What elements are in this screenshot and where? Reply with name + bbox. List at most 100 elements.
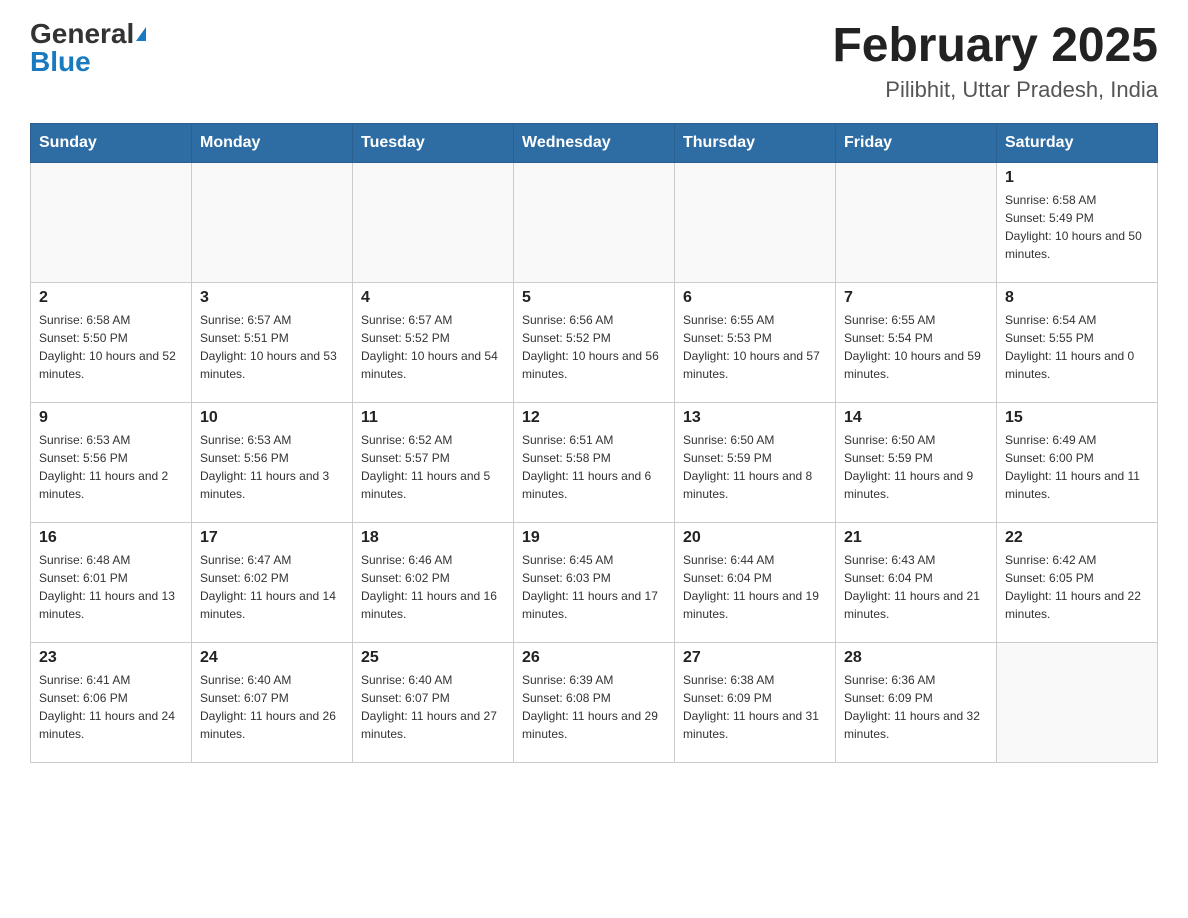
calendar-cell: 25 Sunrise: 6:40 AM Sunset: 6:07 PM Dayli… bbox=[353, 642, 514, 762]
day-info: Sunrise: 6:36 AM Sunset: 6:09 PM Dayligh… bbox=[844, 671, 988, 743]
day-info: Sunrise: 6:40 AM Sunset: 6:07 PM Dayligh… bbox=[361, 671, 505, 743]
calendar-cell: 9 Sunrise: 6:53 AM Sunset: 5:56 PM Daylig… bbox=[31, 402, 192, 522]
day-number: 26 bbox=[522, 649, 666, 667]
calendar-cell: 28Sunrise: 6:36 AM Sunset: 6:09 PM Dayli… bbox=[836, 642, 997, 762]
day-number: 24 bbox=[200, 649, 344, 667]
day-info: Sunrise: 6:43 AM Sunset: 6:04 PM Dayligh… bbox=[844, 551, 988, 623]
calendar-cell bbox=[836, 162, 997, 282]
day-info: Sunrise: 6:54 AM Sunset: 5:55 PM Dayligh… bbox=[1005, 311, 1149, 383]
day-number: 23 bbox=[39, 649, 183, 667]
day-number: 15 bbox=[1005, 409, 1149, 427]
calendar-cell: 6 Sunrise: 6:55 AM Sunset: 5:53 PM Daylig… bbox=[675, 282, 836, 402]
day-number: 18 bbox=[361, 529, 505, 547]
title-block: February 2025 Pilibhit, Uttar Pradesh, I… bbox=[832, 20, 1158, 103]
day-info: Sunrise: 6:53 AM Sunset: 5:56 PM Dayligh… bbox=[200, 431, 344, 503]
logo-blue-text: Blue bbox=[30, 48, 91, 76]
calendar-cell: 10 Sunrise: 6:53 AM Sunset: 5:56 PM Dayli… bbox=[192, 402, 353, 522]
day-info: Sunrise: 6:52 AM Sunset: 5:57 PM Dayligh… bbox=[361, 431, 505, 503]
day-info: Sunrise: 6:49 AM Sunset: 6:00 PM Dayligh… bbox=[1005, 431, 1149, 503]
day-info: Sunrise: 6:47 AM Sunset: 6:02 PM Dayligh… bbox=[200, 551, 344, 623]
day-info: Sunrise: 6:42 AM Sunset: 6:05 PM Dayligh… bbox=[1005, 551, 1149, 623]
calendar-header: SundayMondayTuesdayWednesdayThursdayFrid… bbox=[31, 123, 1158, 162]
day-number: 13 bbox=[683, 409, 827, 427]
day-number: 7 bbox=[844, 289, 988, 307]
calendar-cell: 23Sunrise: 6:41 AM Sunset: 6:06 PM Dayli… bbox=[31, 642, 192, 762]
day-number: 9 bbox=[39, 409, 183, 427]
calendar-table: SundayMondayTuesdayWednesdayThursdayFrid… bbox=[30, 123, 1158, 763]
calendar-cell: 17 Sunrise: 6:47 AM Sunset: 6:02 PM Dayli… bbox=[192, 522, 353, 642]
calendar-cell: 14 Sunrise: 6:50 AM Sunset: 5:59 PM Dayli… bbox=[836, 402, 997, 522]
calendar-subtitle: Pilibhit, Uttar Pradesh, India bbox=[832, 77, 1158, 103]
day-number: 21 bbox=[844, 529, 988, 547]
calendar-cell: 13 Sunrise: 6:50 AM Sunset: 5:59 PM Dayli… bbox=[675, 402, 836, 522]
calendar-title: February 2025 bbox=[832, 20, 1158, 73]
day-number: 6 bbox=[683, 289, 827, 307]
day-number: 25 bbox=[361, 649, 505, 667]
day-number: 10 bbox=[200, 409, 344, 427]
day-info: Sunrise: 6:55 AM Sunset: 5:53 PM Dayligh… bbox=[683, 311, 827, 383]
calendar-week-2: 2Sunrise: 6:58 AM Sunset: 5:50 PM Daylig… bbox=[31, 282, 1158, 402]
weekday-header-saturday: Saturday bbox=[997, 123, 1158, 162]
day-number: 22 bbox=[1005, 529, 1149, 547]
day-number: 17 bbox=[200, 529, 344, 547]
day-info: Sunrise: 6:51 AM Sunset: 5:58 PM Dayligh… bbox=[522, 431, 666, 503]
calendar-cell: 8 Sunrise: 6:54 AM Sunset: 5:55 PM Daylig… bbox=[997, 282, 1158, 402]
calendar-cell: 3Sunrise: 6:57 AM Sunset: 5:51 PM Daylig… bbox=[192, 282, 353, 402]
calendar-cell: 18 Sunrise: 6:46 AM Sunset: 6:02 PM Dayli… bbox=[353, 522, 514, 642]
weekday-header-sunday: Sunday bbox=[31, 123, 192, 162]
logo-triangle-icon bbox=[136, 27, 146, 41]
day-info: Sunrise: 6:55 AM Sunset: 5:54 PM Dayligh… bbox=[844, 311, 988, 383]
day-info: Sunrise: 6:50 AM Sunset: 5:59 PM Dayligh… bbox=[844, 431, 988, 503]
day-number: 14 bbox=[844, 409, 988, 427]
day-info: Sunrise: 6:58 AM Sunset: 5:50 PM Dayligh… bbox=[39, 311, 183, 383]
calendar-cell: 11Sunrise: 6:52 AM Sunset: 5:57 PM Dayli… bbox=[353, 402, 514, 522]
weekday-header-monday: Monday bbox=[192, 123, 353, 162]
day-info: Sunrise: 6:45 AM Sunset: 6:03 PM Dayligh… bbox=[522, 551, 666, 623]
day-info: Sunrise: 6:40 AM Sunset: 6:07 PM Dayligh… bbox=[200, 671, 344, 743]
calendar-cell: 1 Sunrise: 6:58 AM Sunset: 5:49 PM Daylig… bbox=[997, 162, 1158, 282]
calendar-cell: 16Sunrise: 6:48 AM Sunset: 6:01 PM Dayli… bbox=[31, 522, 192, 642]
weekday-header-wednesday: Wednesday bbox=[514, 123, 675, 162]
day-number: 20 bbox=[683, 529, 827, 547]
day-info: Sunrise: 6:46 AM Sunset: 6:02 PM Dayligh… bbox=[361, 551, 505, 623]
day-info: Sunrise: 6:58 AM Sunset: 5:49 PM Dayligh… bbox=[1005, 191, 1149, 263]
day-number: 8 bbox=[1005, 289, 1149, 307]
calendar-cell bbox=[997, 642, 1158, 762]
calendar-cell bbox=[353, 162, 514, 282]
calendar-week-1: 1 Sunrise: 6:58 AM Sunset: 5:49 PM Daylig… bbox=[31, 162, 1158, 282]
calendar-cell: 27 Sunrise: 6:38 AM Sunset: 6:09 PM Dayli… bbox=[675, 642, 836, 762]
day-info: Sunrise: 6:53 AM Sunset: 5:56 PM Dayligh… bbox=[39, 431, 183, 503]
day-number: 1 bbox=[1005, 169, 1149, 187]
logo: General Blue bbox=[30, 20, 146, 76]
calendar-week-3: 9 Sunrise: 6:53 AM Sunset: 5:56 PM Daylig… bbox=[31, 402, 1158, 522]
weekday-header-tuesday: Tuesday bbox=[353, 123, 514, 162]
calendar-cell bbox=[31, 162, 192, 282]
logo-general-text: General bbox=[30, 20, 134, 48]
calendar-cell bbox=[514, 162, 675, 282]
day-info: Sunrise: 6:39 AM Sunset: 6:08 PM Dayligh… bbox=[522, 671, 666, 743]
calendar-week-4: 16Sunrise: 6:48 AM Sunset: 6:01 PM Dayli… bbox=[31, 522, 1158, 642]
calendar-cell: 19 Sunrise: 6:45 AM Sunset: 6:03 PM Dayli… bbox=[514, 522, 675, 642]
calendar-cell: 24 Sunrise: 6:40 AM Sunset: 6:07 PM Dayli… bbox=[192, 642, 353, 762]
day-info: Sunrise: 6:38 AM Sunset: 6:09 PM Dayligh… bbox=[683, 671, 827, 743]
calendar-cell: 15 Sunrise: 6:49 AM Sunset: 6:00 PM Dayli… bbox=[997, 402, 1158, 522]
day-number: 4 bbox=[361, 289, 505, 307]
page-header: General Blue February 2025 Pilibhit, Utt… bbox=[30, 20, 1158, 103]
calendar-cell: 12Sunrise: 6:51 AM Sunset: 5:58 PM Dayli… bbox=[514, 402, 675, 522]
day-info: Sunrise: 6:44 AM Sunset: 6:04 PM Dayligh… bbox=[683, 551, 827, 623]
day-number: 27 bbox=[683, 649, 827, 667]
calendar-cell bbox=[192, 162, 353, 282]
calendar-cell: 4 Sunrise: 6:57 AM Sunset: 5:52 PM Daylig… bbox=[353, 282, 514, 402]
calendar-cell: 20 Sunrise: 6:44 AM Sunset: 6:04 PM Dayli… bbox=[675, 522, 836, 642]
day-info: Sunrise: 6:50 AM Sunset: 5:59 PM Dayligh… bbox=[683, 431, 827, 503]
calendar-week-5: 23Sunrise: 6:41 AM Sunset: 6:06 PM Dayli… bbox=[31, 642, 1158, 762]
day-info: Sunrise: 6:48 AM Sunset: 6:01 PM Dayligh… bbox=[39, 551, 183, 623]
calendar-cell: 2Sunrise: 6:58 AM Sunset: 5:50 PM Daylig… bbox=[31, 282, 192, 402]
calendar-cell: 21 Sunrise: 6:43 AM Sunset: 6:04 PM Dayli… bbox=[836, 522, 997, 642]
weekday-header-friday: Friday bbox=[836, 123, 997, 162]
day-number: 3 bbox=[200, 289, 344, 307]
calendar-cell: 26 Sunrise: 6:39 AM Sunset: 6:08 PM Dayli… bbox=[514, 642, 675, 762]
day-info: Sunrise: 6:57 AM Sunset: 5:52 PM Dayligh… bbox=[361, 311, 505, 383]
day-number: 19 bbox=[522, 529, 666, 547]
day-number: 5 bbox=[522, 289, 666, 307]
